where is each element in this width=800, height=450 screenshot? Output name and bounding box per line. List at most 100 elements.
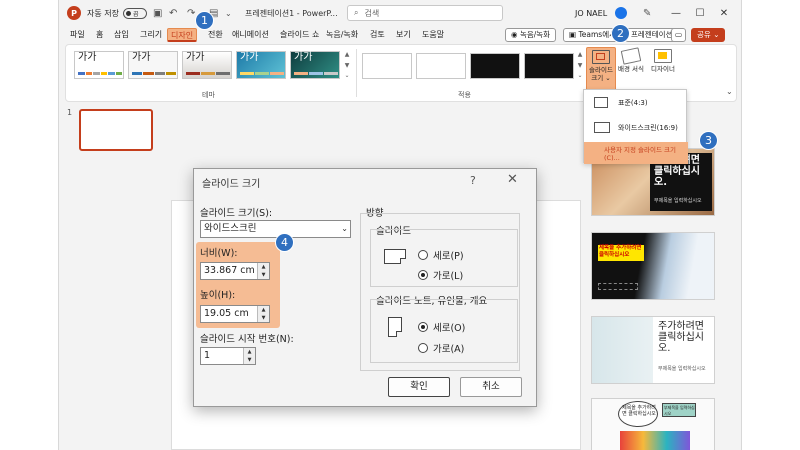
design-idea[interactable]: 주가하려면 클릭하십시오. 부제목을 입력하십시오	[591, 316, 715, 384]
scroll-up-icon: ▲	[577, 51, 583, 58]
designer-button[interactable]: 디자이너	[648, 47, 678, 91]
pen-icon[interactable]: ✎	[643, 5, 651, 21]
tab-help[interactable]: 도움말	[419, 28, 447, 42]
user-name[interactable]: JO NAEL	[575, 5, 607, 21]
theme-color-bars	[78, 72, 122, 75]
tab-animations[interactable]: 애니메이션	[229, 28, 272, 42]
height-input[interactable]: 19.05 cm ▲ ▼	[200, 305, 270, 323]
notes-portrait-option[interactable]: 세로(O)	[418, 320, 465, 334]
tab-slideshow[interactable]: 슬라이드 쇼	[277, 28, 322, 42]
menu-item-widescreen[interactable]: 와이드스크린(16:9)	[584, 117, 688, 139]
avatar[interactable]	[615, 7, 627, 19]
menu-item-widescreen-label: 와이드스크린(16:9)	[618, 124, 678, 132]
step-badge-2: 2	[611, 24, 630, 43]
collapse-ribbon-icon[interactable]: ⌄	[726, 87, 733, 96]
design-idea[interactable]: 제목을 추가하려면 클릭하십시오	[591, 232, 715, 300]
maximize-icon[interactable]: ☐	[689, 5, 711, 21]
variants-scroll[interactable]: ▲ ▼ ⌄	[576, 51, 584, 79]
width-input[interactable]: 33.867 cm ▲ ▼	[200, 262, 270, 280]
menu-item-custom-size-label: 사용자 지정 슬라이드 크기(C)...	[604, 146, 676, 162]
comments-icon[interactable]: ▭	[671, 28, 687, 42]
start-number-stepper-icon[interactable]: ▲ ▼	[243, 348, 255, 364]
start-number-input[interactable]: 1 ▲ ▼	[200, 347, 256, 365]
tab-record[interactable]: 녹음/녹화	[323, 28, 361, 42]
standard-size-icon	[594, 97, 608, 108]
slides-portrait-option[interactable]: 세로(P)	[418, 248, 464, 262]
slide-size-dialog: 슬라이드 크기 ? ✕ 슬라이드 크기(S): 와이드스크린 ⌄ 너비(W): 3…	[193, 168, 537, 407]
theme-5[interactable]: 가가	[290, 51, 340, 79]
theme-sample-text: 가가	[294, 52, 313, 63]
tab-design[interactable]: 디자인	[167, 28, 198, 42]
designer-label: 디자이너	[651, 65, 675, 73]
tab-review[interactable]: 검토	[367, 28, 388, 42]
slide-number: 1	[67, 108, 73, 117]
theme-2[interactable]: 가가	[128, 51, 178, 79]
portrait-page-icon	[388, 317, 402, 337]
format-background-label: 배경 서식	[618, 65, 644, 73]
menu-item-custom-size[interactable]: 사용자 지정 슬라이드 크기(C)...	[584, 142, 688, 164]
variant-1[interactable]	[362, 53, 412, 79]
widescreen-size-icon	[594, 122, 610, 133]
minimize-icon[interactable]: —	[665, 5, 687, 21]
tab-home[interactable]: 홈	[93, 28, 106, 42]
height-value: 19.05 cm	[204, 308, 249, 319]
slide-size-select-value: 와이드스크린	[204, 223, 257, 234]
close-icon[interactable]: ✕	[713, 5, 735, 21]
design-idea-subtitle: 부제목을 입력하십시오	[658, 366, 706, 372]
tab-draw[interactable]: 그리기	[137, 28, 165, 42]
variant-2[interactable]	[416, 53, 466, 79]
slides-landscape-option[interactable]: 가로(L)	[418, 268, 463, 282]
record-button[interactable]: ◉ 녹음/녹화	[505, 28, 557, 42]
undo-icon[interactable]: ↶	[169, 5, 177, 21]
variant-3[interactable]	[470, 53, 520, 79]
share-button[interactable]: 공유 ⌄	[691, 28, 726, 42]
notes-landscape-option[interactable]: 가로(A)	[418, 341, 464, 355]
search-placeholder: 검색	[364, 8, 380, 18]
present-button-label: 프레젠테이션	[631, 30, 673, 39]
menu-item-standard[interactable]: 표준(4:3)	[584, 92, 688, 114]
variant-4[interactable]	[524, 53, 574, 79]
autosave-state: 끔	[133, 11, 139, 18]
autosave-toggle[interactable]: 끔	[123, 8, 147, 19]
powerpoint-logo-icon: P	[67, 6, 81, 20]
slides-portrait-label: 세로(P)	[433, 251, 464, 262]
width-stepper-icon[interactable]: ▲ ▼	[257, 263, 269, 279]
theme-office[interactable]: 가가	[74, 51, 124, 79]
cancel-button[interactable]: 취소	[460, 377, 522, 397]
theme-4[interactable]: 가가	[236, 51, 286, 79]
height-stepper-icon[interactable]: ▲ ▼	[257, 306, 269, 322]
tab-view[interactable]: 보기	[393, 28, 414, 42]
theme-sample-text: 가가	[132, 52, 151, 63]
notes-landscape-label: 가로(A)	[433, 344, 465, 355]
dialog-close-icon[interactable]: ✕	[507, 172, 518, 187]
format-background-button[interactable]: 배경 서식	[616, 47, 646, 91]
slides-landscape-label: 가로(L)	[433, 271, 464, 282]
search-input[interactable]: ⌕ 검색	[347, 5, 503, 21]
themes-scroll[interactable]: ▲ ▼ ⌄	[343, 51, 351, 79]
ribbon-tabs: 파일 홈 삽입 그리기 디자인 전환 애니메이션 슬라이드 쇼 녹음/녹화 검토…	[59, 26, 741, 44]
ok-button[interactable]: 확인	[388, 377, 450, 397]
share-button-label: 공유	[697, 30, 711, 39]
step-badge-3: 3	[699, 131, 718, 150]
tab-insert[interactable]: 삽입	[111, 28, 132, 42]
theme-3[interactable]: 가가	[182, 51, 232, 79]
screen: P 자동 저장 끔 ▣ ↶ ↷ ▤ ⌄ 프레젠테이션1 - PowerP... …	[0, 0, 800, 450]
slide-thumbnail[interactable]	[79, 109, 153, 151]
tab-transitions[interactable]: 전환	[205, 28, 226, 42]
slide-size-button[interactable]: 슬라이드 크기 ⌄	[586, 47, 616, 91]
design-idea-title: 제목을 추가하려면 클릭하십시오	[622, 405, 656, 417]
design-idea-title: 주가하려면 클릭하십시오.	[658, 321, 704, 354]
designer-icon	[654, 49, 672, 63]
slide-thumbnails-pane	[59, 104, 159, 450]
design-idea[interactable]: 제목을 추가하려면 클릭하십시오 부제목을 입력하십시오	[591, 398, 715, 450]
teams-icon: ▣	[569, 30, 577, 39]
theme-color-bars	[132, 72, 176, 75]
more-icon: ⌄	[344, 72, 350, 79]
help-icon[interactable]: ?	[470, 174, 476, 187]
search-icon: ⌕	[354, 8, 359, 17]
start-number-value: 1	[204, 350, 211, 361]
slide-size-select[interactable]: 와이드스크린 ⌄	[200, 220, 351, 238]
tab-file[interactable]: 파일	[67, 28, 88, 42]
save-icon[interactable]: ▣	[153, 5, 162, 21]
customize-toolbar-icon[interactable]: ⌄	[225, 5, 232, 21]
